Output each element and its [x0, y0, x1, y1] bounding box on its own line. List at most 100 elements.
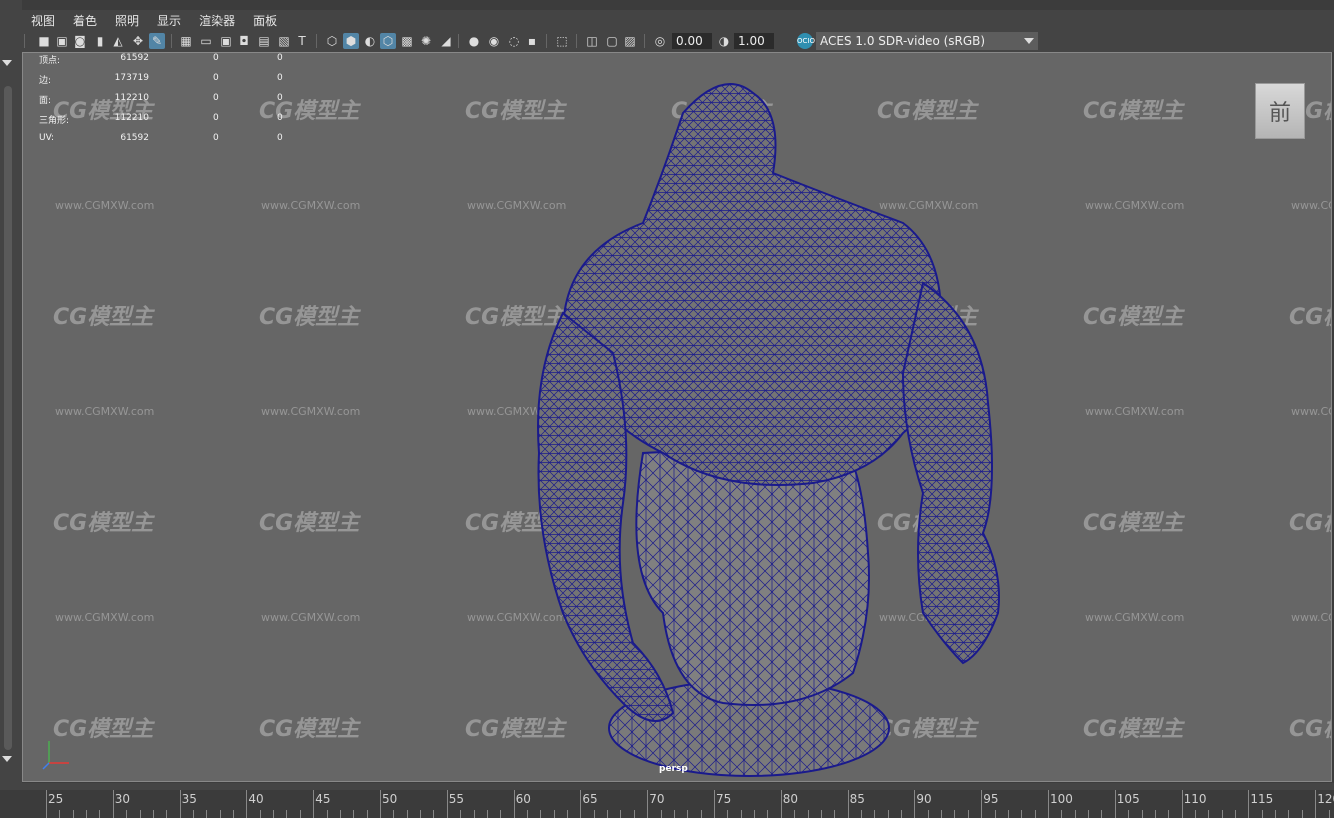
backface-icon[interactable]: ▨: [622, 33, 638, 49]
image-plane-icon[interactable]: ◭: [110, 33, 126, 49]
axis-gizmo-icon: [42, 741, 69, 770]
frame-tick-label: 70: [649, 792, 665, 806]
frame-tick-label: 60: [515, 792, 531, 806]
bookmark-icon[interactable]: ▮: [92, 33, 108, 49]
frame-minor-tick: [754, 810, 756, 818]
frame-minor-tick: [353, 810, 355, 818]
camera-attr-icon[interactable]: ◙: [72, 33, 88, 49]
stat-row-edges: 边: 173719 0 0: [39, 73, 319, 93]
toolbar-separator: [644, 34, 645, 48]
colorspace-dropdown[interactable]: ACES 1.0 SDR-video (sRGB): [816, 32, 1038, 50]
frame-minor-tick: [860, 810, 862, 818]
frame-tick-label: 30: [114, 792, 131, 806]
xray-joints-icon[interactable]: ▢: [604, 33, 620, 49]
frame-minor-tick: [1088, 810, 1090, 818]
frame-minor-tick: [219, 810, 221, 818]
2d-pan-icon[interactable]: ✥: [130, 33, 146, 49]
gamma-icon[interactable]: ◑: [716, 33, 732, 49]
camera-icon[interactable]: ■: [36, 33, 52, 49]
viewcube[interactable]: 前: [1255, 83, 1305, 139]
frame-tick: [647, 790, 649, 818]
use-lights-icon[interactable]: ✺: [418, 33, 434, 49]
ambient-occlusion-icon[interactable]: ●: [466, 33, 482, 49]
time-slider[interactable]: 25 30 35 40 45 50 55 60 65 70 75 80 85 90 95 100 105 110 1…: [0, 790, 1334, 818]
frame-minor-tick: [740, 810, 742, 818]
frame-minor-tick: [941, 810, 943, 818]
stat-value: 0: [213, 133, 219, 143]
stat-label: 边:: [39, 76, 52, 86]
frame-minor-tick: [192, 810, 194, 818]
frame-tick: [847, 790, 849, 818]
frame-tick: [1315, 790, 1317, 818]
resolution-gate-icon[interactable]: ▣: [218, 33, 234, 49]
frame-tick: [1248, 790, 1250, 818]
stat-row-vertices: 顶点: 61592 0 0: [39, 53, 319, 73]
menu-renderer[interactable]: 渲染器: [190, 10, 244, 29]
menu-lighting[interactable]: 照明: [106, 10, 148, 29]
motion-blur-icon[interactable]: ◉: [486, 33, 502, 49]
stat-value: 61592: [120, 133, 149, 143]
grease-pencil-icon[interactable]: ✎: [149, 33, 165, 49]
frame-minor-tick: [273, 810, 275, 818]
frame-minor-tick: [660, 810, 662, 818]
vertical-scrollbar[interactable]: [4, 86, 12, 750]
frame-minor-tick: [1235, 810, 1237, 818]
safe-title-icon[interactable]: T: [294, 33, 310, 49]
frame-minor-tick: [139, 810, 141, 818]
menu-show[interactable]: 显示: [148, 10, 190, 29]
menu-panels[interactable]: 面板: [244, 10, 286, 29]
default-material-icon[interactable]: ◐: [362, 33, 378, 49]
exposure-icon[interactable]: ◎: [652, 33, 668, 49]
frame-minor-tick: [1034, 810, 1036, 818]
frame-minor-tick: [1101, 810, 1103, 818]
gate-mask-icon[interactable]: ◘: [236, 33, 252, 49]
stat-row-faces: 面: 112210 0 0: [39, 93, 319, 113]
anti-alias-icon[interactable]: ◌: [506, 33, 522, 49]
frame-tick: [246, 790, 248, 818]
menu-view[interactable]: 视图: [22, 10, 64, 29]
stat-value: 0: [213, 73, 219, 83]
wireframe-icon[interactable]: ⬡: [324, 33, 340, 49]
frame-tick-label: 75: [716, 792, 732, 806]
stat-value: 61592: [120, 53, 149, 63]
camera-lock-icon[interactable]: ▣: [54, 33, 70, 49]
wireframe-on-shaded-icon[interactable]: ⬡: [380, 33, 396, 49]
exposure-field[interactable]: 0.00: [672, 33, 712, 49]
frame-minor-tick: [887, 810, 889, 818]
field-chart-icon[interactable]: ▤: [256, 33, 272, 49]
gamma-field[interactable]: 1.00: [734, 33, 774, 49]
frame-minor-tick: [206, 810, 208, 818]
grid-icon[interactable]: ▦: [178, 33, 194, 49]
film-gate-icon[interactable]: ▭: [198, 33, 214, 49]
frame-minor-tick: [687, 810, 689, 818]
frame-tick: [981, 790, 983, 818]
isolate-select-icon[interactable]: ⬚: [554, 33, 570, 49]
menu-shading[interactable]: 着色: [64, 10, 106, 29]
scroll-down-arrow-icon[interactable]: [2, 756, 12, 762]
frame-minor-tick: [1154, 810, 1156, 818]
smooth-shade-icon[interactable]: ⬢: [343, 33, 359, 49]
frame-minor-tick: [326, 810, 328, 818]
frame-tick: [179, 790, 181, 818]
persp-viewport[interactable]: CG模型主 www.CGMXW.com CG模型主 www.CGMXW.com CG模型…: [22, 52, 1332, 782]
safe-action-icon[interactable]: ▧: [276, 33, 292, 49]
depth-of-field-icon[interactable]: ▪: [524, 33, 540, 49]
frame-tick-label: 90: [916, 792, 932, 806]
viewport-menubar: 视图 着色 照明 显示 渲染器 面板: [22, 10, 1334, 30]
frame-minor-tick: [954, 810, 956, 818]
frame-minor-tick: [393, 810, 395, 818]
colorspace-badge[interactable]: OCIO: [797, 33, 815, 49]
frame-tick: [1114, 790, 1116, 818]
frame-tick: [1181, 790, 1183, 818]
xray-icon[interactable]: ▩: [399, 33, 415, 49]
frame-tick-label: 55: [448, 792, 465, 806]
frame-minor-tick: [807, 810, 809, 818]
frame-minor-tick: [700, 810, 702, 818]
collapse-arrow-icon[interactable]: [2, 60, 12, 66]
xray-active-icon[interactable]: ◫: [584, 33, 600, 49]
chevron-down-icon: [1024, 38, 1034, 44]
shadows-icon[interactable]: ◢: [438, 33, 454, 49]
poly-count-hud: 顶点: 61592 0 0 边: 173719 0 0 面: 112210 0 …: [39, 53, 319, 153]
frame-tick-label: 25: [48, 792, 64, 806]
frame-tick: [380, 790, 381, 818]
